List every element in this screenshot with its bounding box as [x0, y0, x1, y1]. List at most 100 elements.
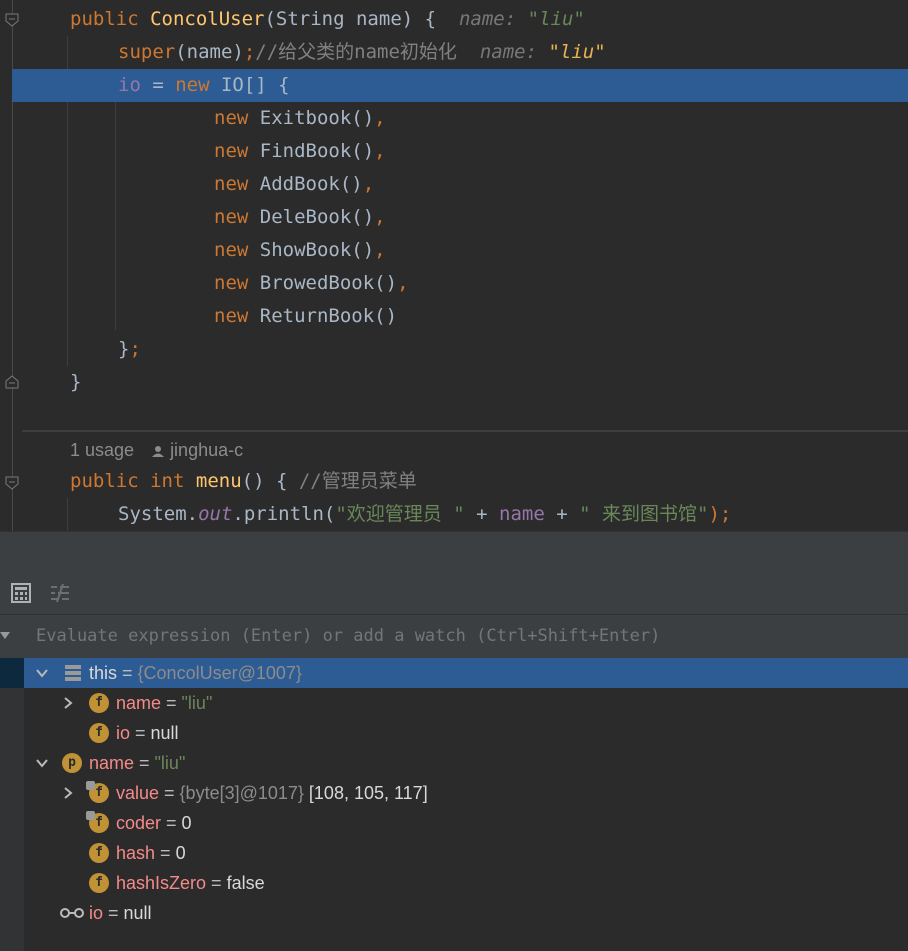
- code-line-array-item[interactable]: new ShowBook(),: [22, 234, 908, 267]
- var-object-ref: {byte[3]@1017}: [179, 783, 304, 803]
- field-badge-icon: f: [89, 843, 109, 863]
- code-line-array-item[interactable]: new AddBook(),: [22, 168, 908, 201]
- watch-glasses-icon: [60, 908, 84, 918]
- field-badge-icon: f: [89, 693, 109, 713]
- comma: ,: [397, 272, 409, 294]
- string-literal: " 来到图书馆": [579, 503, 709, 525]
- comma: ,: [374, 140, 386, 162]
- var-name: coder: [116, 813, 162, 833]
- var-eq: =: [161, 813, 182, 833]
- code-line-super[interactable]: super(name);//给父类的name初始化 name: "liu": [22, 36, 908, 69]
- keyword: public: [70, 470, 139, 492]
- field-badge-icon: f: [89, 723, 109, 743]
- fold-icon[interactable]: [5, 375, 19, 389]
- variable-row-hashiszero[interactable]: f hashIsZero = false: [24, 868, 908, 898]
- collapse-chevron-icon[interactable]: [36, 757, 48, 769]
- fold-icon[interactable]: [5, 13, 19, 27]
- collapse-chevron-icon[interactable]: [0, 632, 10, 639]
- brace: }: [118, 338, 130, 360]
- method-name: ConcolUser: [150, 8, 265, 30]
- var-name: io: [116, 723, 131, 743]
- comment: //管理员菜单: [298, 470, 417, 492]
- debug-toolbar: [0, 572, 908, 614]
- static-field: out: [198, 503, 233, 525]
- watch-row-io[interactable]: io = null: [24, 898, 908, 928]
- collapse-chevron-icon[interactable]: [36, 667, 48, 679]
- var-name: this: [89, 663, 118, 683]
- constructor-call: ShowBook(): [259, 239, 375, 261]
- code-line-array-item[interactable]: new Exitbook(),: [22, 102, 908, 135]
- code-line-array-item[interactable]: new BrowedBook(),: [22, 267, 908, 300]
- keyword: int: [150, 470, 185, 492]
- statement-end: );: [708, 503, 732, 525]
- var-value: 0: [175, 843, 186, 863]
- var-value: [108, 105, 117]: [303, 783, 428, 803]
- class-ref: System.: [118, 503, 199, 525]
- expand-chevron-icon[interactable]: [62, 697, 74, 709]
- code-line-array-item[interactable]: new DeleBook(),: [22, 201, 908, 234]
- keyword: new: [214, 272, 249, 294]
- variable-row-this[interactable]: this = {ConcolUser@1007}: [24, 658, 908, 688]
- calculator-icon[interactable]: [10, 582, 32, 604]
- evaluate-bar: [0, 614, 908, 659]
- var-eq: =: [134, 753, 155, 773]
- keyword: new: [214, 173, 249, 195]
- code-line-close-brace[interactable]: }: [22, 366, 908, 399]
- variable-row-name[interactable]: f name = "liu": [24, 688, 908, 718]
- variable-row-coder[interactable]: f coder = 0: [24, 808, 908, 838]
- panel-divider[interactable]: [0, 531, 908, 573]
- expand-chevron-icon[interactable]: [62, 787, 74, 799]
- variable-row-hash[interactable]: f hash = 0: [24, 838, 908, 868]
- var-name: value: [116, 783, 160, 803]
- params: () {: [241, 470, 299, 492]
- operator: =: [140, 74, 176, 96]
- params: (String name) {: [264, 8, 437, 30]
- var-value: 0: [181, 813, 192, 833]
- evaluate-expression-input[interactable]: [36, 615, 908, 658]
- var-name: hashIsZero: [116, 873, 207, 893]
- variable-row-io[interactable]: f io = null: [24, 718, 908, 748]
- format-icon[interactable]: [49, 582, 71, 604]
- var-name: name: [116, 693, 162, 713]
- code-editor[interactable]: public ConcolUser(String name) { name: "…: [0, 0, 908, 531]
- inline-hint-label: name:: [458, 8, 517, 30]
- comma: ,: [374, 239, 386, 261]
- var-eq: =: [117, 663, 138, 683]
- author-name[interactable]: jinghua-c: [170, 440, 243, 460]
- comment: //给父类的name初始化: [255, 41, 457, 63]
- method-name: menu: [195, 470, 242, 492]
- method-separator: [22, 430, 908, 432]
- code-line-array-close[interactable]: };: [22, 333, 908, 366]
- operator: +: [464, 503, 500, 525]
- fold-icon[interactable]: [5, 476, 19, 490]
- semicolon: ;: [129, 338, 141, 360]
- code-line-array-item[interactable]: new ReturnBook(): [22, 300, 908, 333]
- field-badge-icon: f: [86, 781, 109, 803]
- var-value: "liu": [154, 753, 186, 773]
- code-line-current[interactable]: io = new IO[] {: [12, 69, 908, 102]
- keyword: super: [118, 41, 176, 63]
- type: IO[] {: [209, 74, 290, 96]
- selection-marker: [0, 658, 24, 688]
- variable-row-value[interactable]: f value = {byte[3]@1017} [108, 105, 117]: [24, 778, 908, 808]
- var-name: name: [89, 753, 135, 773]
- code-line-menu[interactable]: public int menu() { //管理员菜单: [22, 465, 908, 498]
- keyword: new: [214, 206, 249, 228]
- args: (name): [175, 41, 244, 63]
- keyword: new: [214, 239, 249, 261]
- keyword: new: [214, 305, 249, 327]
- brace: }: [70, 371, 82, 393]
- comma: ,: [374, 107, 386, 129]
- variables-tree[interactable]: this = {ConcolUser@1007} f name = "liu" …: [0, 658, 908, 951]
- code-line-constructor[interactable]: public ConcolUser(String name) { name: "…: [22, 3, 908, 36]
- code-vision-usage[interactable]: 1 usage jinghua-c: [70, 436, 243, 464]
- var-eq: =: [161, 693, 182, 713]
- code-line-println[interactable]: System.out.println("欢迎管理员 " + name + " 来…: [22, 498, 908, 531]
- usage-count[interactable]: 1 usage: [70, 440, 134, 460]
- operator: +: [544, 503, 580, 525]
- object-icon: [65, 665, 81, 681]
- variable-row-param-name[interactable]: p name = "liu": [24, 748, 908, 778]
- code-line-array-item[interactable]: new FindBook(),: [22, 135, 908, 168]
- variables-gutter: [0, 658, 24, 951]
- constructor-call: DeleBook(): [259, 206, 375, 228]
